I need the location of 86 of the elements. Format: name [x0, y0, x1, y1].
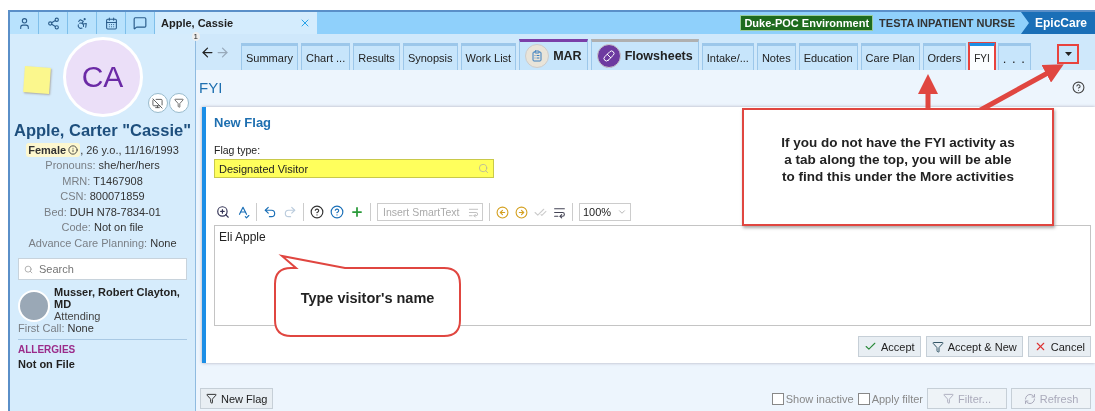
tab[interactable]: Synopsis [402, 43, 458, 70]
speech-bubble-icon[interactable] [126, 12, 155, 34]
tab[interactable]: . . . [997, 43, 1031, 70]
search-box[interactable]: Search [18, 258, 187, 280]
tab[interactable]: Orders [922, 43, 967, 70]
calendar-icon[interactable] [97, 12, 126, 34]
close-icon[interactable] [299, 17, 311, 29]
patient-name: Apple, Carter "Cassie" [14, 121, 192, 140]
tab[interactable]: Chart ... [301, 43, 351, 70]
check-icon [864, 340, 877, 353]
accept-and-new-button[interactable]: Accept & New [925, 336, 1023, 357]
field-label: Flag type: [214, 144, 261, 156]
photo-placeholder [18, 290, 50, 322]
first-call-value: None [67, 322, 94, 334]
tab[interactable]: FYI [969, 43, 995, 70]
tab[interactable]: Flowsheets [590, 39, 699, 70]
more-activities-button[interactable] [1057, 44, 1079, 64]
detail-value: None [150, 236, 177, 249]
detail-value: Not on file [93, 221, 144, 233]
filter-icon [943, 393, 954, 404]
detail-label: Advance Care Planning: [28, 236, 148, 249]
smarttext-field[interactable]: Insert SmartText [381, 205, 465, 219]
monitor-off-icon[interactable] [147, 93, 168, 113]
sticky-note-icon [22, 66, 51, 94]
text-wrap-icon[interactable] [553, 205, 566, 219]
help-icon[interactable] [1072, 80, 1085, 94]
first-call-label: First Call: [18, 322, 65, 334]
search-icon [478, 163, 489, 174]
smarttext-box[interactable]: Insert SmartText [377, 203, 483, 221]
undo-icon[interactable] [263, 205, 277, 219]
new-flag-button[interactable]: New Flag [200, 388, 274, 409]
detail-value: 800071859 [89, 190, 145, 202]
info-icon [68, 145, 79, 155]
detail-value: T1467908 [93, 174, 143, 187]
tab[interactable]: Education [798, 43, 858, 70]
activity-title: FYI [199, 78, 223, 96]
tab[interactable]: Intake/... [701, 43, 754, 70]
detail-value: DUH N78-7834-01 [69, 205, 161, 218]
detail-label: CSN: [60, 190, 87, 202]
tab[interactable]: Summary [241, 43, 299, 70]
detail-label: Pronouns: [45, 159, 96, 171]
detail-label: Code: [61, 221, 91, 233]
app-name-badge: EpicCare [1020, 12, 1095, 34]
flowsheet-icon [525, 44, 550, 68]
environment-badge: Duke-POC Environment [740, 15, 874, 31]
patient-tab[interactable]: Apple, Cassie [155, 12, 317, 34]
provider-name: Musser, Robert Clayton, MD [54, 286, 181, 310]
checkbox[interactable] [771, 392, 784, 405]
detail-label: MRN: [62, 174, 91, 187]
callout-text: Type visitor's name [299, 290, 436, 306]
tab[interactable]: Work List [460, 43, 517, 70]
dropdown-caret-icon [1064, 52, 1072, 56]
callout-box: If you do not have the FYI activity as a tab along the top, you will be able to find this under the More activities [742, 108, 1054, 226]
refresh-icon [1023, 392, 1036, 405]
avatar: CA [62, 37, 143, 117]
network-icon[interactable] [39, 12, 68, 34]
pill-icon [596, 44, 621, 68]
detail-value: she/her/hers [98, 159, 160, 171]
search-icon [24, 263, 33, 275]
form-title: New Flag [214, 115, 273, 130]
accept-button[interactable]: Accept [858, 336, 921, 357]
user-role: TESTA INPATIENT NURSE [879, 17, 1015, 29]
tab[interactable]: Care Plan [860, 43, 920, 70]
checkbox-label: Show inactive [785, 392, 854, 405]
demographics: , 26 y.o., 11/16/1993 [80, 144, 179, 156]
tab[interactable]: MAR [519, 39, 588, 70]
zoom-in-icon[interactable] [216, 205, 230, 219]
provider-role: Attending [54, 310, 102, 322]
wheelchair-icon[interactable] [68, 12, 97, 34]
caret-icon [617, 207, 627, 217]
tab[interactable]: Results [353, 43, 400, 70]
sex-badge: Female [26, 143, 81, 157]
detail-label: Bed: [44, 205, 67, 218]
zoom-select[interactable]: 100% [579, 203, 631, 221]
flag-type-field[interactable]: Designated Visitor [214, 159, 494, 178]
allergies-value: Not on File [18, 358, 76, 370]
plus-icon[interactable] [350, 205, 364, 219]
checkbox-label: Apply filter [871, 392, 923, 405]
allergies-heading: ALLERGIES [18, 344, 77, 355]
tab[interactable]: Notes [756, 43, 796, 70]
flag-count: 1 [191, 32, 200, 41]
cancel-button[interactable]: Cancel [1027, 336, 1091, 357]
spell-check-icon[interactable] [236, 205, 250, 219]
checkbox[interactable] [857, 392, 870, 405]
search-field[interactable]: Search [37, 262, 181, 276]
help-box-icon[interactable] [310, 205, 324, 219]
